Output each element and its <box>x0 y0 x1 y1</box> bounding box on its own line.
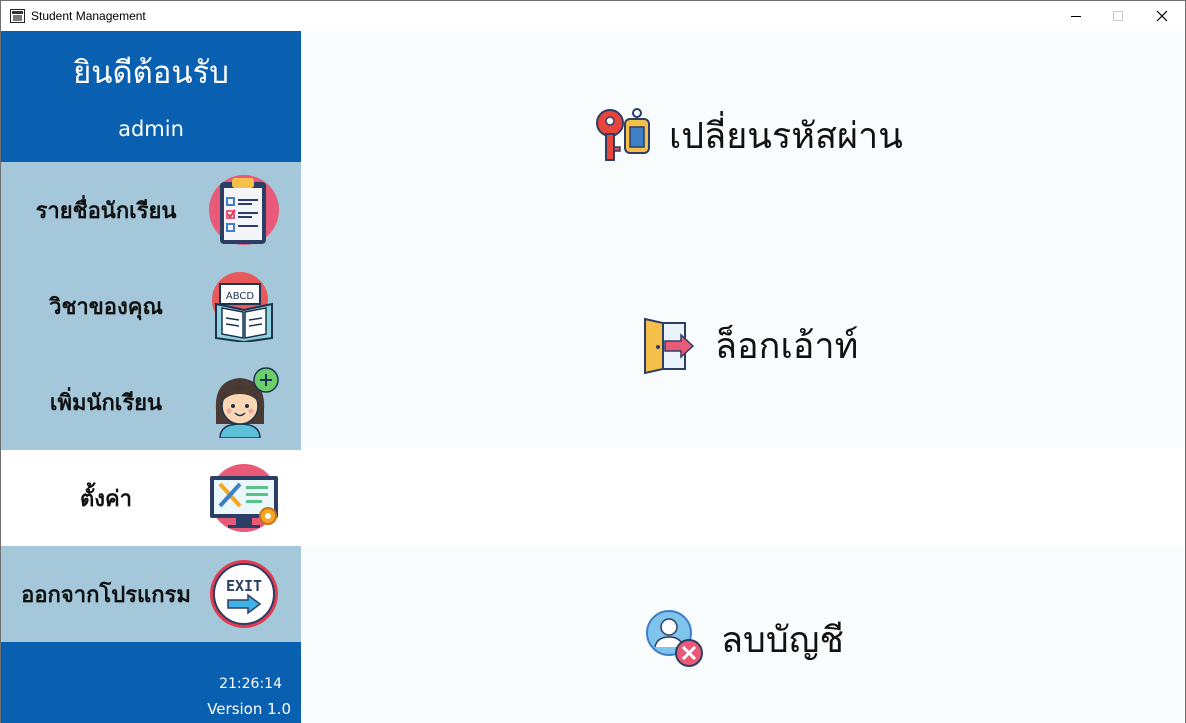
clipboard-checklist-icon <box>209 175 279 245</box>
menu-item-label: เพิ่มนักเรียน <box>49 390 163 416</box>
window-title: Student Management <box>31 9 146 23</box>
delete-account-label: ลบบัญชี <box>721 619 844 661</box>
menu-item-student-list[interactable]: รายชื่อนักเรียน <box>1 162 301 258</box>
menu-item-label: ออกจากโปรแกรม <box>21 582 191 608</box>
svg-text:ABCD: ABCD <box>226 291 255 302</box>
logout-label: ล็อกเอ้าท์ <box>715 325 859 367</box>
keys-icon <box>596 108 650 161</box>
close-button[interactable] <box>1139 1 1185 31</box>
logout-button[interactable]: ล็อกเอ้าท์ <box>639 315 858 375</box>
maximize-button[interactable] <box>1095 1 1141 31</box>
sidebar-header: ยินดีต้อนรับ admin <box>1 31 301 162</box>
clock-label: 21:26:14 <box>219 676 282 692</box>
menu-item-settings[interactable]: ตั้งค่า <box>1 450 301 546</box>
abcd-book-icon: ABCD <box>212 272 273 342</box>
app-window: Student Management ยินดีต้อนรับ admin รา… <box>0 0 1186 723</box>
add-student-icon <box>215 367 279 438</box>
menu-item-exit[interactable]: ออกจากโปรแกรม EXIT <box>1 546 301 642</box>
minimize-button[interactable] <box>1053 1 1099 31</box>
menu-item-your-subjects[interactable]: วิชาของคุณ ABCD <box>1 258 301 354</box>
minimize-icon <box>1071 16 1081 17</box>
content-divider-band <box>301 448 1185 546</box>
menu-item-label: รายชื่อนักเรียน <box>35 198 177 224</box>
sidebar-footer: 21:26:14 Version 1.0 <box>1 642 301 723</box>
sidebar: ยินดีต้อนรับ admin รายชื่อนักเรียน วิชาข… <box>1 31 301 723</box>
svg-text:EXIT: EXIT <box>226 577 262 595</box>
app-icon <box>10 9 25 23</box>
change-password-label: เปลี่ยนรหัสผ่าน <box>669 115 903 157</box>
welcome-heading: ยินดีต้อนรับ <box>73 55 229 91</box>
maximize-icon <box>1113 11 1123 21</box>
menu-item-add-student[interactable]: เพิ่มนักเรียน <box>1 354 301 450</box>
exit-sign-icon: EXIT <box>210 560 278 628</box>
close-icon <box>1156 10 1168 22</box>
delete-account-button[interactable]: ลบบัญชี <box>645 609 844 669</box>
change-password-button[interactable]: เปลี่ยนรหัสผ่าน <box>593 105 903 165</box>
version-label: Version 1.0 <box>207 700 291 718</box>
delete-account-icon <box>646 610 703 667</box>
username-label: admin <box>118 117 184 141</box>
menu-item-label: วิชาของคุณ <box>49 294 163 320</box>
logout-door-icon <box>644 317 695 375</box>
settings-monitor-icon <box>210 464 278 532</box>
main-content: เปลี่ยนรหัสผ่าน ล็อกเอ้าท์ ลบบัญชี <box>301 31 1185 723</box>
title-bar[interactable]: Student Management <box>1 1 1185 31</box>
menu-item-label: ตั้งค่า <box>79 486 133 512</box>
